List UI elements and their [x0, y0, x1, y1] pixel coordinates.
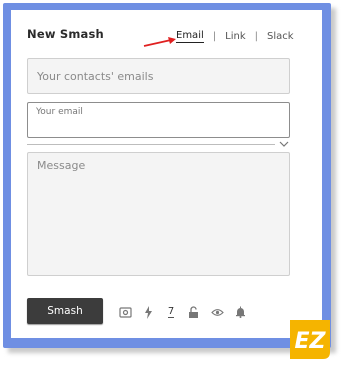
smash-panel: New Smash Email | Link | Slack Your cont… — [11, 10, 322, 338]
panel-title: New Smash — [27, 27, 104, 41]
chevron-down-icon[interactable] — [279, 140, 289, 148]
tab-separator: | — [254, 30, 258, 42]
tab-slack[interactable]: Slack — [267, 31, 294, 42]
tab-link[interactable]: Link — [225, 31, 245, 42]
lightning-icon[interactable] — [138, 303, 158, 321]
tab-email[interactable]: Email — [176, 30, 204, 43]
eye-icon[interactable] — [207, 303, 227, 321]
expiry-days-value: 7 — [167, 306, 175, 318]
ez-logo-text: EZ — [295, 329, 327, 354]
bell-icon[interactable] — [230, 303, 250, 321]
expiry-days-option[interactable]: 7 — [161, 303, 181, 321]
red-arrow-icon — [143, 37, 176, 47]
share-mode-tabs: Email | Link | Slack — [176, 28, 294, 44]
smash-button[interactable]: Smash — [27, 298, 103, 324]
options-divider — [27, 144, 275, 145]
contacts-email-input[interactable]: Your contacts' emails — [27, 58, 290, 94]
message-textarea[interactable]: Message — [27, 152, 290, 276]
preview-icon[interactable] — [115, 303, 135, 321]
unlock-icon[interactable] — [184, 303, 204, 321]
tab-separator: | — [212, 30, 217, 42]
your-email-field[interactable]: Your email — [27, 102, 290, 138]
options-toolbar: 7 — [115, 303, 253, 321]
ez-logo-badge: EZ — [290, 320, 330, 359]
